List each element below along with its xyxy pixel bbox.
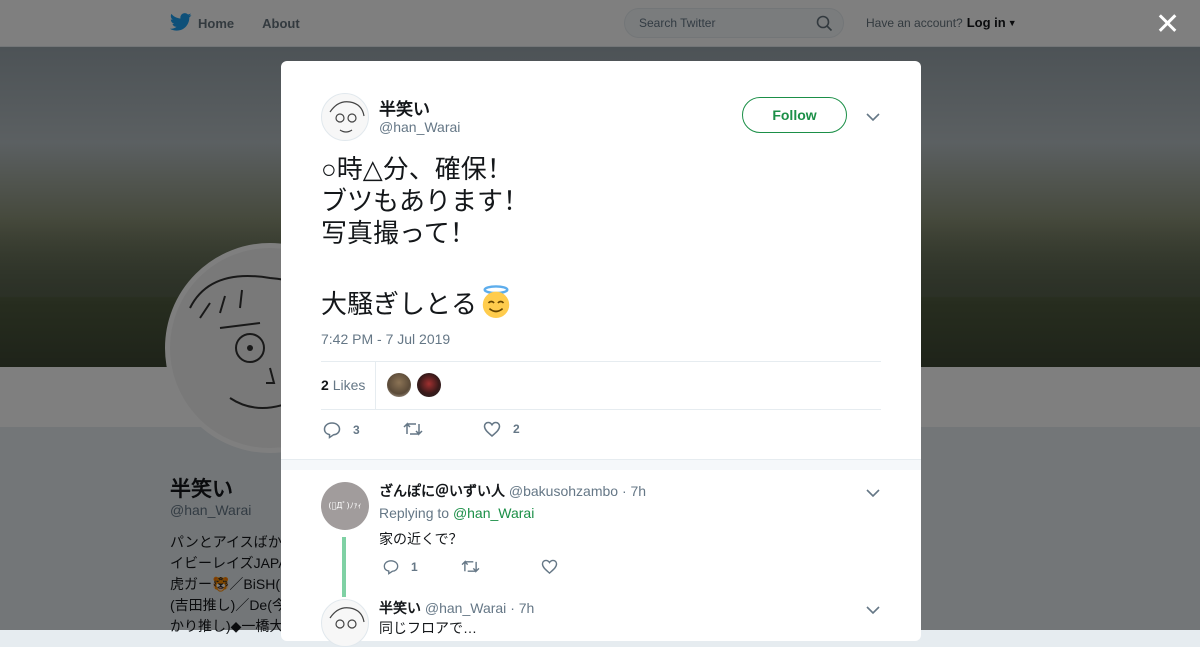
chevron-down-icon[interactable] (866, 602, 880, 620)
liker-avatar[interactable] (387, 373, 411, 397)
reply-author-name[interactable]: 半笑い (379, 600, 421, 616)
replying-to-link[interactable]: @han_Warai (453, 505, 534, 521)
tweet-text: ○時△分、確保！ ブツもあります！ 写真撮って！ 大騒ぎしとる (321, 153, 529, 320)
reply-avatar-face-text: (ﾟДﾟ)ﾉｧｨ (328, 501, 362, 510)
likes-label: Likes (332, 377, 366, 393)
reply-header: 半笑い @han_Warai · 7h (379, 598, 534, 618)
retweet-icon (403, 422, 423, 436)
close-icon[interactable]: ✕ (1155, 10, 1180, 40)
tweet-text-line: 写真撮って！ (321, 218, 476, 248)
tweet-text-line: 大騒ぎしとる (321, 289, 478, 319)
reply-actions: 1 (379, 559, 579, 577)
like-count: 2 (513, 422, 520, 436)
liker-avatar[interactable] (417, 373, 441, 397)
tweet-author-handle[interactable]: @han_Warai (379, 119, 460, 135)
tweet-author-name[interactable]: 半笑い (379, 95, 430, 120)
chevron-down-icon[interactable] (866, 485, 880, 503)
retweet-action[interactable] (461, 559, 492, 574)
tweet-author-avatar[interactable] (321, 93, 369, 141)
reply-author-handle[interactable]: @bakusohzambo (509, 483, 618, 499)
like-action[interactable] (541, 559, 570, 574)
reply-icon (383, 560, 399, 575)
follow-button[interactable]: Follow (742, 97, 847, 133)
likes-row: 2 Likes (321, 361, 881, 410)
likes-divider (375, 362, 376, 409)
tweet-modal: 半笑い @han_Warai Follow ○時△分、確保！ ブツもあります！ 写真… (281, 61, 921, 647)
replying-to-prefix: Replying to (379, 505, 450, 521)
tweet-text-last-line: 大騒ぎしとる (321, 285, 529, 320)
replying-to: Replying to @han_Warai (379, 505, 534, 521)
tweet-text-line (321, 249, 529, 285)
replies-divider (281, 459, 921, 470)
heart-icon (541, 559, 558, 574)
reply-author-handle[interactable]: @han_Warai (425, 600, 506, 616)
like-action[interactable]: 2 (483, 421, 520, 437)
thread-line (342, 537, 346, 597)
reply-time[interactable]: · 7h (510, 600, 534, 616)
reply-text: 家の近くで？ (379, 531, 463, 547)
tweet-text-line: ○時△分、確保！ (321, 154, 513, 184)
smiling-face-with-halo-icon (482, 285, 510, 319)
tweet-actions: 3 2 (321, 421, 881, 441)
reply-author-avatar[interactable]: (ﾟДﾟ)ﾉｧｨ (321, 482, 369, 530)
tweet-timestamp[interactable]: 7:42 PM - 7 Jul 2019 (321, 331, 450, 347)
reply-header: ざんぽに＠いずい人 @bakusohzambo · 7h (379, 481, 646, 501)
reply-count: 1 (411, 560, 418, 574)
reply-author-avatar[interactable] (321, 599, 369, 647)
likes-count: 2 (321, 377, 329, 393)
reply-time[interactable]: · 7h (622, 483, 646, 499)
chevron-down-icon[interactable] (866, 109, 880, 127)
tweet-text-line: ブツもあります！ (321, 186, 530, 216)
reply-icon (323, 422, 341, 439)
reply-count: 3 (353, 423, 360, 437)
reply-author-name[interactable]: ざんぽに＠いずい人 (379, 483, 505, 499)
retweet-icon (461, 560, 480, 573)
reply-action[interactable]: 1 (383, 559, 418, 575)
reply-action[interactable]: 3 (323, 421, 360, 439)
likes-count-link[interactable]: 2 Likes (321, 377, 365, 393)
retweet-action[interactable] (403, 421, 435, 437)
heart-icon (483, 421, 501, 437)
reply-text: 同じフロアで… (379, 620, 477, 636)
